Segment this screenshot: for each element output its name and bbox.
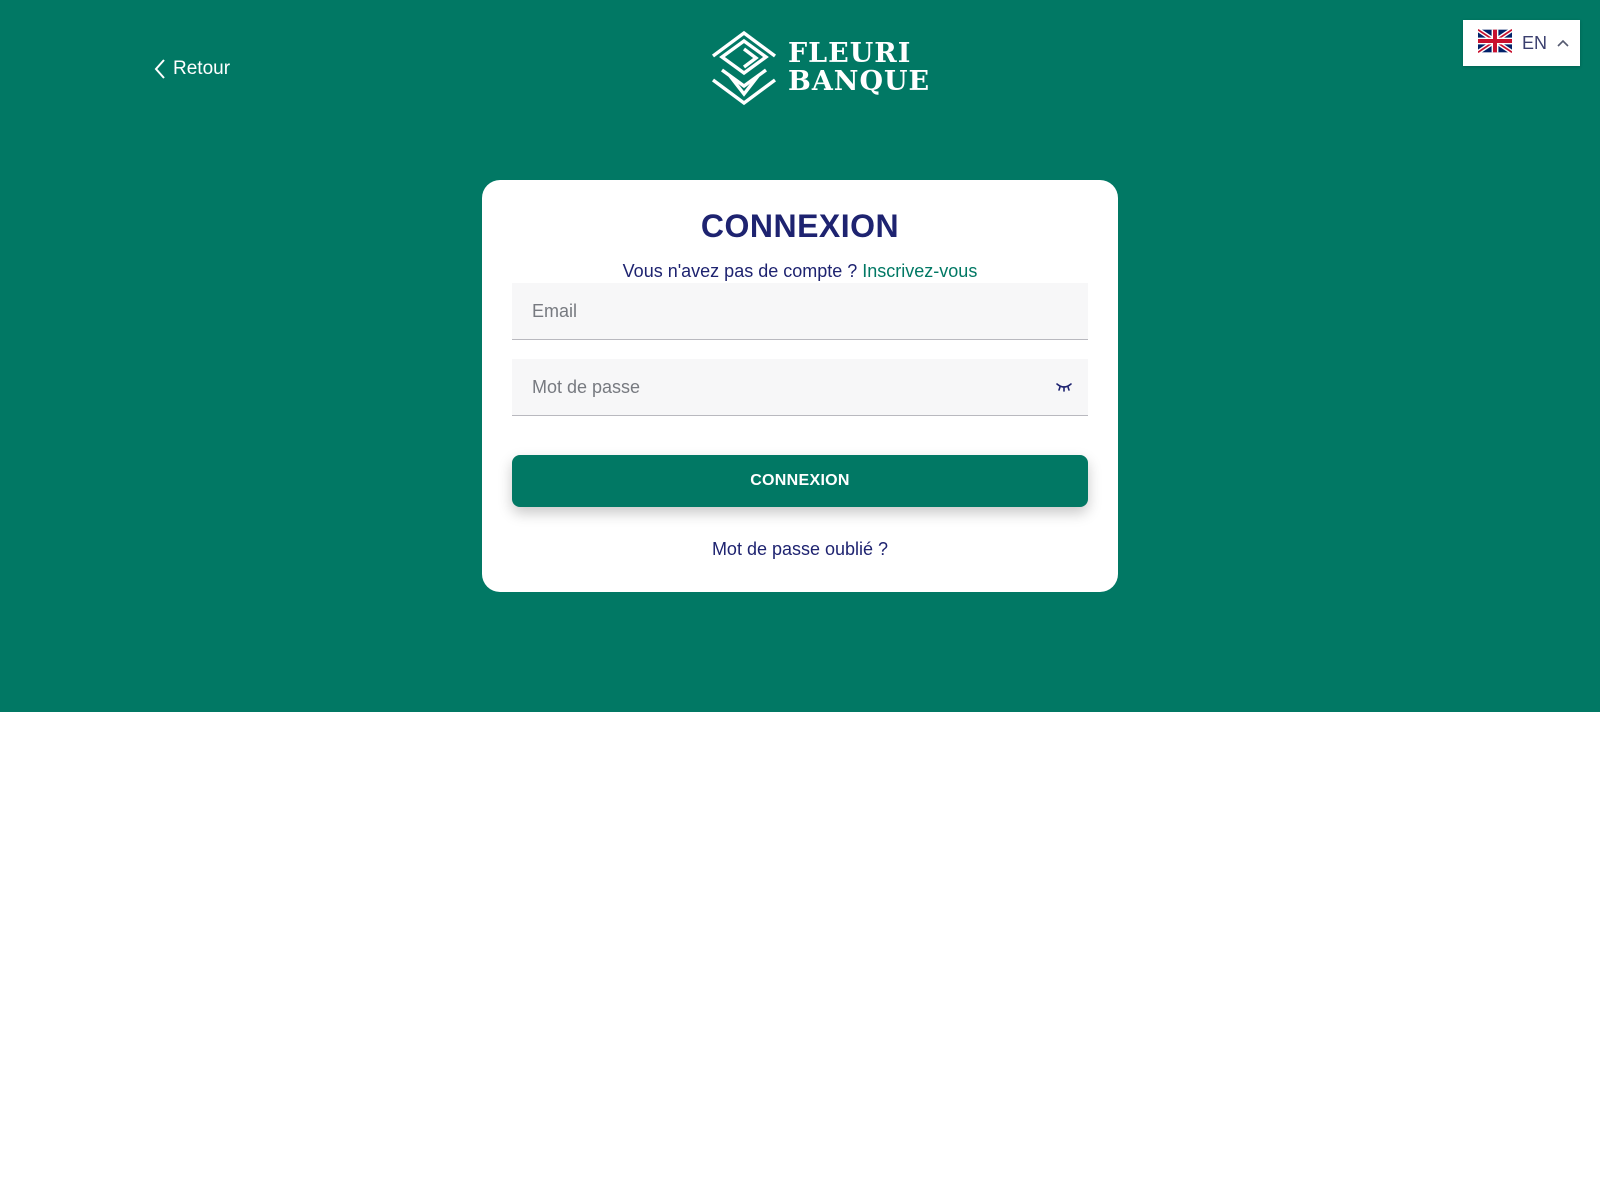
signup-prompt: Vous n'avez pas de compte ? Inscrivez-vo…: [482, 261, 1118, 282]
signup-link[interactable]: Inscrivez-vous: [862, 261, 977, 281]
logo-mark-icon: [710, 30, 778, 106]
brand-logo[interactable]: FLEURI BANQUE: [710, 30, 930, 106]
logo-line-2: BANQUE: [788, 66, 931, 97]
login-submit-button[interactable]: CONNEXION: [512, 455, 1088, 507]
password-input[interactable]: [512, 359, 1088, 416]
email-input[interactable]: [512, 283, 1088, 340]
eye-closed-icon[interactable]: [1055, 381, 1075, 395]
no-account-text: Vous n'avez pas de compte ?: [622, 261, 858, 281]
chevron-up-icon: [1557, 34, 1569, 52]
back-link[interactable]: Retour: [153, 58, 230, 80]
login-card: CONNEXION Vous n'avez pas de compte ? In…: [482, 180, 1118, 592]
uk-flag-icon: [1476, 27, 1514, 59]
login-title: CONNEXION: [700, 208, 900, 244]
logo-wordmark: FLEURI BANQUE: [788, 40, 930, 96]
back-link-label: Retour: [173, 58, 231, 79]
hero-banner: Retour FLEURI BANQUE EN CONNEXION Vous n…: [0, 0, 1600, 712]
chevron-left-icon: [153, 58, 167, 80]
language-code: EN: [1522, 32, 1548, 53]
forgot-password-link[interactable]: Mot de passe oublié ?: [482, 539, 1118, 560]
language-switcher[interactable]: EN: [1463, 20, 1580, 66]
logo-line-1: FLEURI: [788, 38, 912, 69]
